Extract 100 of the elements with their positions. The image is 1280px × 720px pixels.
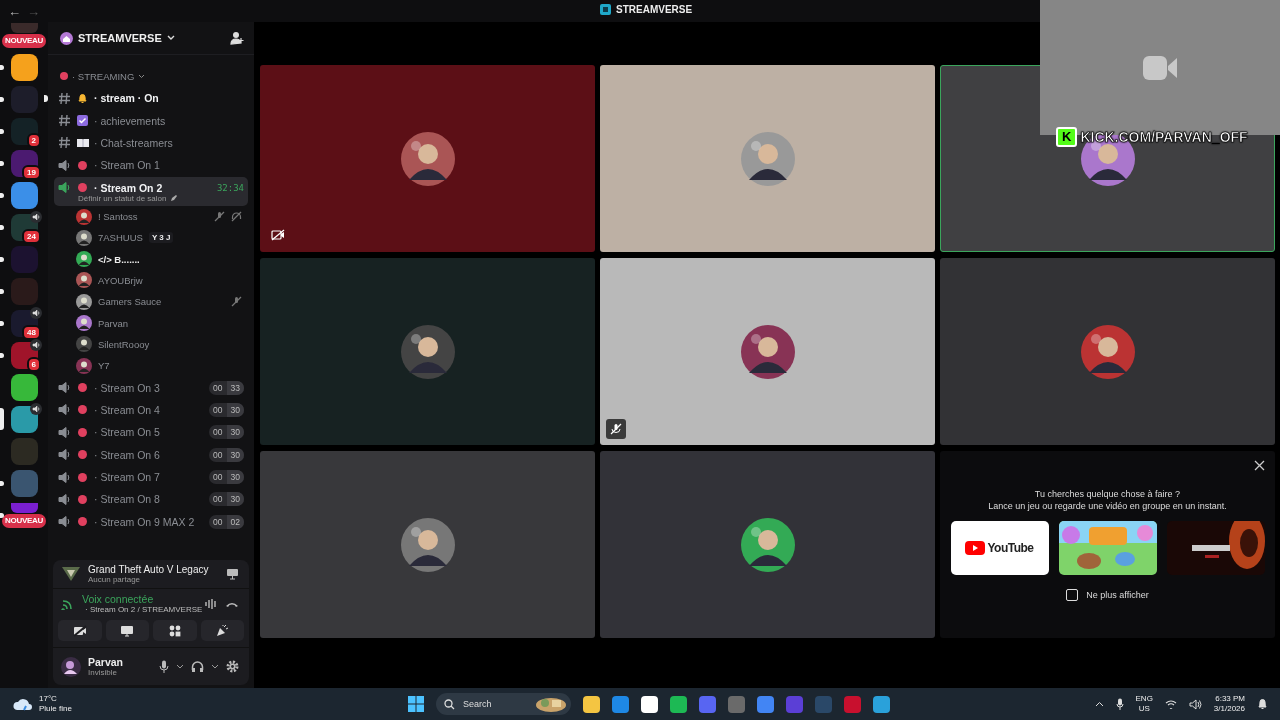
- video-tile[interactable]: [600, 451, 935, 638]
- hash-icon: [58, 136, 71, 150]
- channel-item[interactable]: · Stream On 2 32:34 Définir un statut de salon: [54, 176, 248, 206]
- suggestion-title: Tu cherches quelque chose à faire ?: [1034, 488, 1181, 499]
- chevron-up-icon[interactable]: [1094, 701, 1104, 707]
- voice-channel-path[interactable]: · Stream On 2 / STREAMVERSE: [85, 605, 203, 614]
- clock[interactable]: 6:33 PM 3/1/2026: [1213, 694, 1245, 714]
- channel-item[interactable]: · Stream On 4 00 30: [54, 398, 248, 422]
- volume-icon[interactable]: [1188, 698, 1202, 710]
- speaker-icon: [58, 181, 71, 195]
- channel-name: · achievements: [94, 114, 166, 127]
- member-name[interactable]: </> B.......: [98, 253, 140, 265]
- channel-item[interactable]: · Stream On 9 MAX 2 00 02: [54, 510, 248, 534]
- channel-item[interactable]: · Stream On 3 00 33: [54, 376, 248, 399]
- channel-name: · Chat-streamers: [94, 136, 173, 149]
- screen-share-icon[interactable]: [226, 568, 239, 580]
- wifi-icon[interactable]: [1164, 699, 1177, 709]
- hash-icon: [58, 114, 71, 128]
- chevron-down-icon[interactable]: [176, 663, 184, 670]
- server-icon[interactable]: [10, 182, 38, 209]
- checkbox-label: Ne plus afficher: [1086, 589, 1149, 600]
- speaker-icon: [58, 158, 71, 172]
- back-arrow-icon[interactable]: ←: [8, 4, 21, 18]
- user-limit-counter: 00 33: [209, 380, 244, 395]
- speaker-icon: [58, 425, 71, 439]
- channel-item[interactable]: · Stream On 7 00 30: [54, 465, 248, 489]
- dot-icon: [78, 517, 87, 527]
- channel-item[interactable]: · Stream On 1: [54, 154, 248, 177]
- video-tile[interactable]: [260, 65, 595, 252]
- category-name[interactable]: · STREAMING: [72, 70, 135, 82]
- soundwave-icon[interactable]: [204, 597, 218, 610]
- app-logo-icon: [600, 4, 611, 15]
- headphones-icon[interactable]: [191, 660, 204, 673]
- speaker-icon: [58, 470, 71, 484]
- language-indicator[interactable]: ENG US: [1135, 694, 1153, 714]
- channel-status-prompt: Définir un statut de salon: [78, 193, 167, 203]
- server-icon[interactable]: [10, 54, 38, 81]
- member-name[interactable]: SilentRoooy: [98, 338, 150, 350]
- activities-button[interactable]: [153, 620, 197, 641]
- microphone-icon[interactable]: [1115, 698, 1124, 710]
- video-tile[interactable]: [600, 65, 935, 252]
- member-name[interactable]: Gamers Sauce: [98, 296, 162, 308]
- speaker-icon: [58, 403, 71, 417]
- speaker-icon: [58, 381, 71, 394]
- member-name[interactable]: Parvan: [98, 317, 129, 329]
- channel-item[interactable]: · Stream On 5 00 30: [54, 421, 248, 444]
- start-icon[interactable]: [408, 696, 424, 712]
- pencil-icon: [169, 194, 178, 203]
- game-title: Grand Theft Auto V Legacy: [88, 564, 210, 575]
- channel-item[interactable]: · stream · On: [54, 87, 248, 110]
- party-popper-icon: [215, 624, 229, 637]
- close-icon[interactable]: [1254, 460, 1265, 471]
- settings-icon[interactable]: [226, 660, 239, 673]
- video-tile[interactable]: [260, 258, 595, 445]
- user-limit-counter: 00 02: [209, 514, 244, 529]
- mention-badge: 19: [22, 165, 41, 180]
- chevron-down-icon[interactable]: [166, 35, 175, 41]
- channel-item[interactable]: · Stream On 8 00 30: [54, 488, 248, 511]
- member-name[interactable]: ! Santoss: [98, 211, 138, 223]
- shapes-icon: [168, 624, 181, 637]
- video-tile[interactable]: [260, 451, 595, 638]
- chevron-down-icon[interactable]: [211, 663, 219, 670]
- server-icon[interactable]: [10, 406, 38, 433]
- channel-item[interactable]: · achievements: [54, 109, 248, 132]
- taskbar-app-icon[interactable]: [641, 695, 658, 713]
- soundboard-button[interactable]: [200, 620, 244, 641]
- notification-bell-icon[interactable]: [1257, 698, 1268, 710]
- add-user-icon[interactable]: [230, 31, 244, 45]
- dot-icon: [78, 494, 87, 504]
- user-limit-counter: 00 30: [209, 492, 244, 507]
- video-tile[interactable]: [940, 258, 1275, 445]
- member-name[interactable]: Y7: [98, 360, 110, 372]
- user-status: Invisible: [88, 668, 118, 677]
- member-name[interactable]: 7ASHUUS: [98, 232, 143, 244]
- channel-name: · Stream On 2: [94, 181, 163, 194]
- taskbar-app-icon[interactable]: [583, 695, 600, 713]
- member-name[interactable]: AYOUBrjw: [98, 275, 143, 286]
- checkbox[interactable]: [1066, 588, 1079, 601]
- server-icon[interactable]: [10, 374, 38, 401]
- search-icon: [444, 698, 455, 710]
- camera-off-icon: [72, 624, 87, 637]
- weather-icon: [12, 696, 34, 712]
- search-field[interactable]: Search: [436, 693, 571, 715]
- youtube-card[interactable]: YouTube: [950, 520, 1049, 575]
- channel-item[interactable]: · Chat-streamers: [54, 131, 248, 155]
- dot-icon: [78, 183, 87, 193]
- dot-icon: [78, 450, 87, 460]
- video-tile[interactable]: [600, 258, 935, 445]
- microphone-icon[interactable]: [159, 660, 169, 673]
- channel-item[interactable]: · Stream On 6 00 30: [54, 443, 248, 466]
- taskbar-app-icon[interactable]: [670, 695, 687, 713]
- camera-off-button[interactable]: [58, 620, 102, 641]
- server-name[interactable]: STREAMVERSE: [78, 32, 162, 44]
- video-camera-icon: [1142, 53, 1178, 82]
- play-icon: [965, 540, 986, 555]
- stream-url: KICK.COM/PARVAN_OFF: [1080, 129, 1248, 145]
- new-tag: NOUVEAU: [2, 34, 46, 48]
- screen-share-button[interactable]: [105, 620, 149, 641]
- temperature: 17°C: [39, 694, 58, 704]
- dot-icon: [78, 472, 87, 482]
